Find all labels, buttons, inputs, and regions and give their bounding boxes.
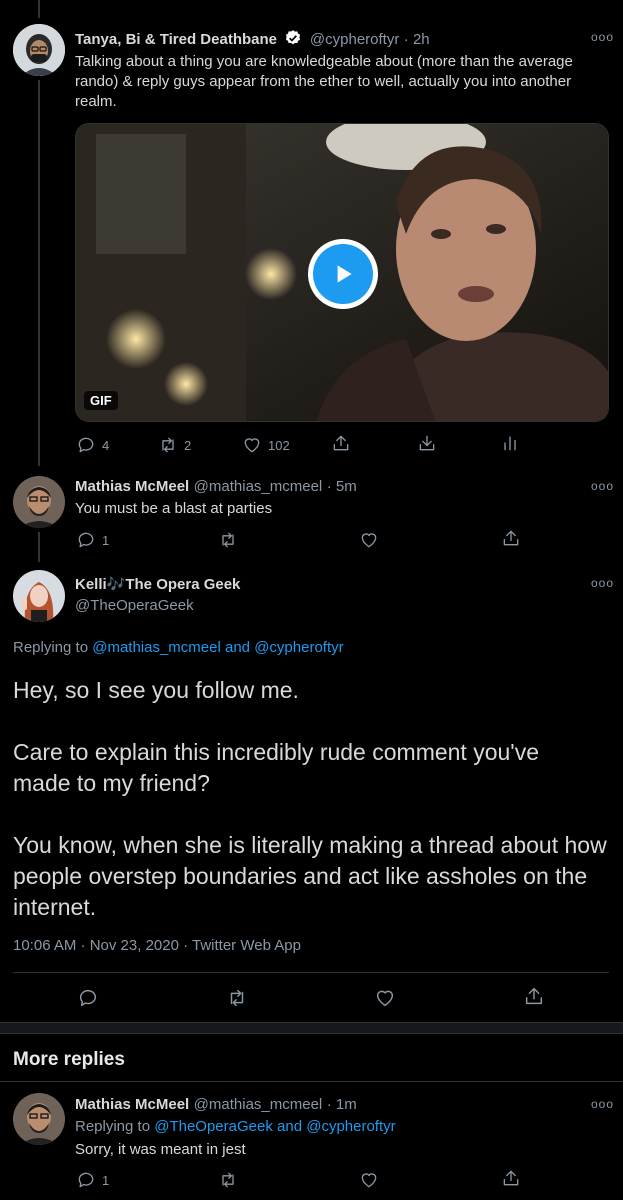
avatar-kelli-image: [13, 570, 65, 622]
main-tweet-meta[interactable]: 10:06 AM · Nov 23, 2020 · Twitter Web Ap…: [13, 937, 301, 954]
tweet3-replying-user-cypheroftyr[interactable]: @cypheroftyr: [306, 1118, 395, 1135]
tweet2-like-button[interactable]: [359, 530, 379, 550]
avatar-mathias[interactable]: [13, 476, 65, 528]
retweet-icon: [222, 1172, 234, 1188]
main-tweet-share-button[interactable]: [523, 985, 545, 1007]
main-tweet-paragraph-3: You know, when she is literally making a…: [13, 832, 607, 920]
retweet-icon: [230, 989, 244, 1007]
more-replies-divider: [0, 1081, 623, 1082]
main-tweet-reply-button[interactable]: [77, 987, 99, 1009]
tweet2-time[interactable]: · 5m: [327, 478, 357, 495]
download-icon: [419, 435, 435, 451]
replying-and: and: [220, 639, 255, 656]
main-tweet-more-icon[interactable]: ooo: [591, 576, 614, 590]
tweet1-handle[interactable]: @cypheroftyr: [310, 31, 399, 48]
tweet1-author-name[interactable]: Tanya, Bi & Tired Deathbane: [75, 31, 277, 48]
tweet3-more-icon[interactable]: ooo: [591, 1097, 614, 1111]
thread-line-top: [38, 0, 40, 18]
tweet1-like-count: 102: [268, 437, 290, 453]
section-separator: [0, 1022, 623, 1034]
main-tweet-text: Hey, so I see you follow me. Care to exp…: [13, 675, 613, 923]
tweet1-reply-count: 4: [102, 437, 110, 453]
tweet2-retweet-button[interactable]: [218, 530, 238, 550]
replying-prefix: Replying to: [13, 639, 93, 656]
tweet1-text: Talking about a thing you are knowledgea…: [75, 53, 573, 110]
avatar-kelli[interactable]: [13, 570, 65, 622]
main-tweet-paragraph-1: Hey, so I see you follow me.: [13, 677, 299, 703]
tweet1-share-button[interactable]: [331, 433, 351, 453]
main-tweet-author-name[interactable]: Kelli🎶The Opera Geek: [75, 576, 240, 593]
tweet1-analytics-button[interactable]: [500, 433, 520, 453]
verified-icon: [284, 29, 302, 52]
tweet1-time[interactable]: · 2h: [404, 31, 430, 48]
tweet3-replying-user-operageek[interactable]: @TheOperaGeek: [154, 1118, 273, 1135]
tweet1-header: Tanya, Bi & Tired Deathbane @cypheroftyr…: [75, 29, 595, 52]
reply-icon: [78, 532, 94, 548]
tweet1-reply-button[interactable]: 4: [76, 435, 109, 455]
thread-line-1: [38, 80, 40, 466]
tweet1-retweet-count: 2: [184, 437, 192, 453]
tweet3-replying-to: Replying to @TheOperaGeek and @cypheroft…: [75, 1118, 396, 1135]
tweet1-gif-media[interactable]: GIF: [75, 123, 609, 422]
tweet3-replying-prefix: Replying to: [75, 1118, 155, 1135]
tweet2-text: You must be a blast at parties: [75, 500, 273, 517]
tweet3-reply-count: 1: [102, 1172, 110, 1188]
avatar-mathias-2[interactable]: [13, 1093, 65, 1145]
avatar-mathias-image: [13, 476, 65, 528]
tweet3-header: Mathias McMeel @mathias_mcmeel · 1m: [75, 1096, 357, 1114]
reply-icon: [79, 989, 96, 1007]
avatar-mathias-2-image: [13, 1093, 65, 1145]
replying-user-cypheroftyr[interactable]: @cypheroftyr: [254, 639, 343, 656]
avatar-tanya-image: [13, 24, 65, 76]
tweet3-retweet-button[interactable]: [218, 1170, 238, 1190]
tweet3-author-name[interactable]: Mathias McMeel: [75, 1096, 189, 1113]
tweet2-header: Mathias McMeel @mathias_mcmeel · 5m: [75, 478, 357, 496]
tweet2-reply-count: 1: [102, 532, 110, 548]
analytics-icon: [504, 436, 516, 451]
tweet2-author-name[interactable]: Mathias McMeel: [75, 478, 189, 495]
gif-play-button[interactable]: [308, 239, 378, 309]
tweet1-retweet-button[interactable]: 2: [158, 435, 191, 455]
share-icon: [333, 435, 349, 451]
tweet2-handle[interactable]: @mathias_mcmeel: [194, 478, 323, 495]
main-tweet-replying-to: Replying to @mathias_mcmeel and @cyphero…: [13, 639, 344, 656]
tweet2-reply-button[interactable]: 1: [76, 530, 109, 550]
heart-icon: [361, 1173, 377, 1188]
tweet3-like-button[interactable]: [359, 1170, 379, 1190]
tweet3-reply-button[interactable]: 1: [76, 1170, 109, 1190]
tweet1-download-button[interactable]: [417, 433, 437, 453]
tweet2-more-icon[interactable]: ooo: [591, 479, 614, 493]
main-tweet-meta-divider: [13, 972, 609, 973]
tweet3-text: Sorry, it was meant in jest: [75, 1141, 246, 1158]
tweet3-replying-and: and: [272, 1118, 307, 1135]
share-icon: [503, 530, 519, 546]
heart-icon: [361, 533, 377, 548]
main-tweet-like-button[interactable]: [374, 987, 396, 1009]
tweet3-share-button[interactable]: [501, 1168, 521, 1188]
main-tweet-name-row: Kelli🎶The Opera Geek: [75, 575, 240, 594]
share-icon: [525, 987, 543, 1005]
gif-badge: GIF: [84, 391, 118, 410]
avatar-tanya[interactable]: [13, 24, 65, 76]
thread-line-2: [38, 532, 40, 562]
reply-icon: [78, 437, 94, 453]
tweet1-more-icon[interactable]: ooo: [591, 30, 614, 44]
tweet3-time[interactable]: · 1m: [327, 1096, 357, 1113]
tweet3-handle[interactable]: @mathias_mcmeel: [194, 1096, 323, 1113]
tweet2-share-button[interactable]: [501, 528, 521, 548]
reply-icon: [78, 1172, 94, 1188]
replying-user-mathias[interactable]: @mathias_mcmeel: [92, 639, 221, 656]
heart-icon: [376, 990, 394, 1007]
main-tweet-handle[interactable]: @TheOperaGeek: [75, 597, 194, 614]
heart-icon: [244, 438, 260, 453]
main-tweet-paragraph-2: Care to explain this incredibly rude com…: [13, 739, 539, 796]
play-icon: [313, 244, 373, 304]
main-tweet-retweet-button[interactable]: [226, 987, 248, 1009]
tweet1-like-button[interactable]: 102: [242, 435, 290, 455]
retweet-icon: [222, 532, 234, 548]
more-replies-heading: More replies: [13, 1049, 125, 1070]
retweet-icon: [162, 437, 174, 453]
share-icon: [503, 1170, 519, 1186]
